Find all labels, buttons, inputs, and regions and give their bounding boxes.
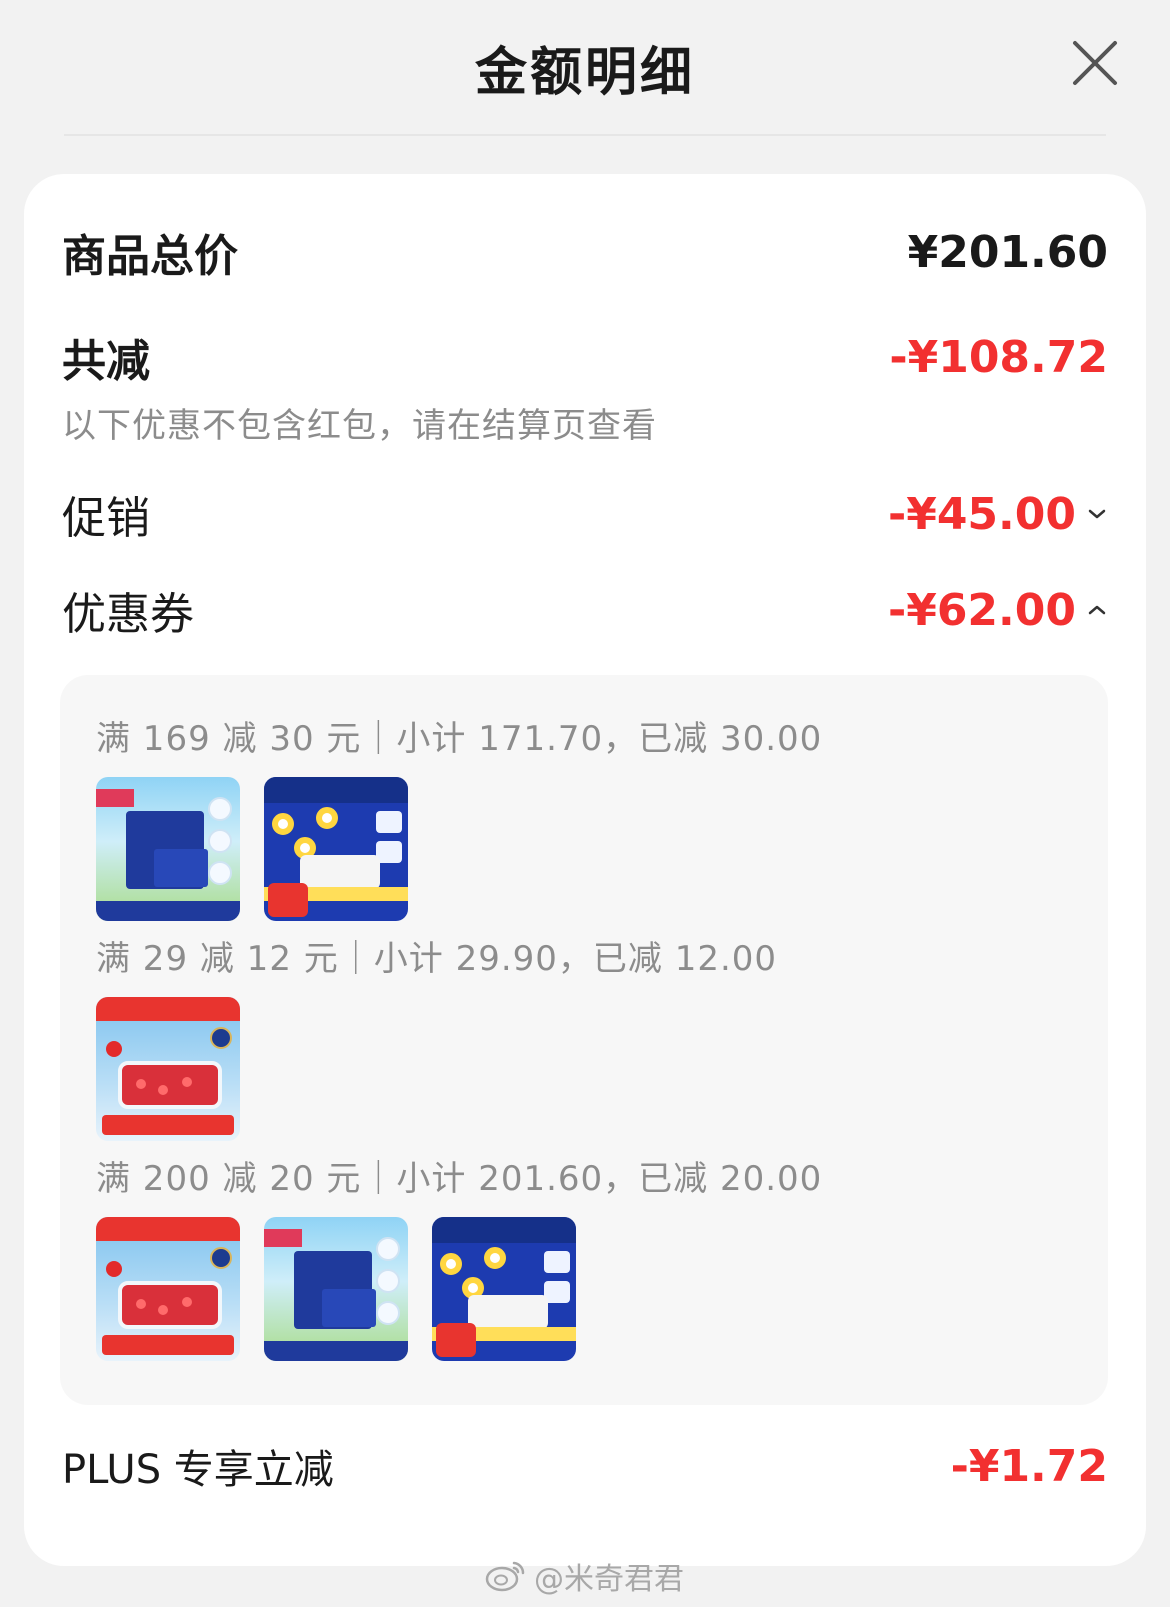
- coupon-label: 优惠券: [62, 589, 194, 640]
- plus-discount-row: PLUS 专享立减 -¥1.72: [62, 1437, 1108, 1495]
- promotion-value: -¥45.00: [887, 488, 1076, 540]
- total-discount-label: 共减: [62, 336, 150, 387]
- total-discount-value: -¥108.72: [889, 331, 1108, 383]
- coupon-group-title: 满 169 减 30 元｜小计 171.70，已减 30.00: [96, 719, 823, 759]
- goods-total-label: 商品总价: [62, 231, 238, 282]
- coupon-group-title: 满 200 减 20 元｜小计 201.60，已减 20.00: [96, 1159, 823, 1199]
- coupon-value: -¥62.00: [887, 584, 1076, 636]
- plus-discount-label: PLUS 专享立减: [62, 1447, 334, 1493]
- watermark-text: @米奇君君: [534, 1562, 684, 1597]
- product-thumb-daisy-tissue[interactable]: [264, 777, 408, 921]
- chevron-down-icon[interactable]: [1086, 503, 1108, 525]
- header-divider: [64, 134, 1106, 136]
- chevron-up-icon[interactable]: [1086, 599, 1108, 621]
- coupon-detail-panel: 满 169 减 30 元｜小计 171.70，已减 30.00 满 29 减 1…: [60, 675, 1108, 1405]
- close-icon: [1073, 41, 1117, 85]
- close-button[interactable]: [1070, 38, 1120, 88]
- coupon-group-title: 满 29 减 12 元｜小计 29.90，已减 12.00: [96, 939, 778, 979]
- watermark: @米奇君君: [484, 1554, 684, 1598]
- coupon-row[interactable]: 优惠券 -¥62.00: [62, 578, 1108, 642]
- promotion-amount: -¥45.00: [888, 489, 1108, 540]
- goods-total-row: 商品总价 ¥201.60: [62, 220, 1108, 284]
- product-thumb-daisy-tissue[interactable]: [432, 1217, 576, 1361]
- plus-discount-value: -¥1.72: [950, 1440, 1108, 1492]
- page-title: 金额明细: [474, 43, 695, 103]
- coupon-group-products: [96, 997, 240, 1141]
- discount-note: 以下优惠不包含红包，请在结算页查看: [62, 406, 657, 446]
- product-thumb-tomato[interactable]: [96, 997, 240, 1141]
- sheet-header: 金额明细: [0, 0, 1170, 136]
- product-thumb-tomato[interactable]: [96, 1217, 240, 1361]
- coupon-group-products: [96, 777, 408, 921]
- coupon-amount: -¥62.00: [888, 585, 1108, 636]
- total-discount-row: 共减 -¥108.72: [62, 325, 1108, 389]
- coupon-group-products: [96, 1217, 576, 1361]
- goods-total-value: ¥201.60: [907, 226, 1108, 278]
- promotion-row[interactable]: 促销 -¥45.00: [62, 482, 1108, 546]
- amount-detail-sheet: 金额明细 商品总价 ¥201.60 共减 -¥108.72 以下优惠不包含红包，…: [0, 0, 1170, 1607]
- detail-card: 商品总价 ¥201.60 共减 -¥108.72 以下优惠不包含红包，请在结算页…: [24, 174, 1146, 1566]
- product-thumb-tissue[interactable]: [96, 777, 240, 921]
- weibo-icon: [485, 1561, 525, 1592]
- product-thumb-tissue[interactable]: [264, 1217, 408, 1361]
- promotion-label: 促销: [62, 493, 150, 544]
